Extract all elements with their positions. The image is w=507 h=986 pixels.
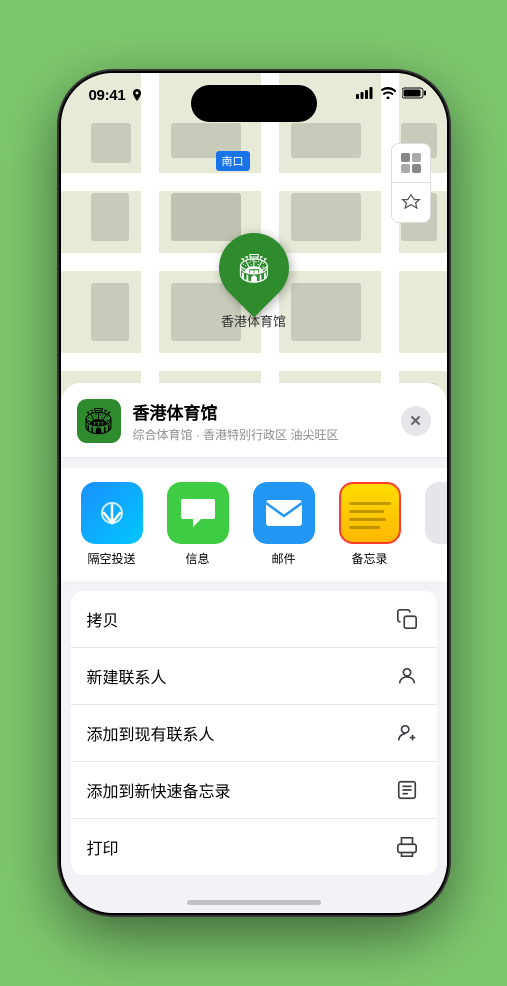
action-item-new-contact[interactable]: 新建联系人 [71, 648, 437, 705]
action-item-copy[interactable]: 拷贝 [71, 591, 437, 648]
share-item-notes[interactable]: 备忘录 [335, 482, 405, 567]
phone-frame: 09:41 [59, 71, 449, 915]
notes-lines [341, 492, 399, 535]
action-label-print: 打印 [87, 835, 119, 859]
share-label-notes: 备忘录 [351, 550, 387, 567]
action-item-add-contact[interactable]: 添加到现有联系人 [71, 705, 437, 762]
action-label-copy: 拷贝 [87, 607, 119, 631]
action-item-print[interactable]: 打印 [71, 819, 437, 875]
map-label-tag: 南口 [216, 151, 250, 171]
note-icon [393, 776, 421, 804]
location-icon [131, 89, 143, 103]
venue-name: 香港体育馆 [133, 399, 389, 424]
pin-circle: 🏟 [204, 219, 303, 318]
location-pin: 🏟 香港体育馆 [219, 233, 289, 330]
battery-icon [402, 87, 427, 99]
notes-icon [339, 482, 401, 544]
share-item-airdrop[interactable]: 隔空投送 [77, 482, 147, 567]
status-time: 09:41 [89, 87, 126, 104]
dynamic-island [191, 85, 317, 122]
pin-icon: 🏟 [236, 252, 272, 285]
venue-desc: 综合体育馆 · 香港特别行政区 油尖旺区 [133, 426, 389, 443]
action-list: 拷贝 新建联系人 [71, 591, 437, 875]
venue-info: 香港体育馆 综合体育馆 · 香港特别行政区 油尖旺区 [133, 399, 389, 443]
share-label-message: 信息 [185, 550, 209, 567]
location-button[interactable] [391, 183, 431, 223]
action-label-quick-note: 添加到新快速备忘录 [87, 778, 231, 802]
person-add-icon [393, 719, 421, 747]
wifi-icon [380, 87, 396, 99]
venue-icon: 🏟 [77, 399, 121, 443]
share-label-mail: 邮件 [271, 550, 295, 567]
mail-icon [253, 482, 315, 544]
action-label-add-contact: 添加到现有联系人 [87, 721, 215, 745]
share-item-more[interactable]: 推 [421, 482, 447, 567]
share-item-message[interactable]: 信息 [163, 482, 233, 567]
more-icon [425, 482, 447, 544]
share-label-airdrop: 隔空投送 [87, 550, 135, 567]
home-indicator [187, 900, 321, 905]
map-type-button[interactable] [391, 143, 431, 183]
signal-icon [356, 87, 374, 99]
person-icon [393, 662, 421, 690]
message-icon [167, 482, 229, 544]
bottom-sheet: 🏟 香港体育馆 综合体育馆 · 香港特别行政区 油尖旺区 ✕ [61, 383, 447, 913]
airdrop-icon [81, 482, 143, 544]
close-button[interactable]: ✕ [401, 406, 431, 436]
copy-icon [393, 605, 421, 633]
map-controls [391, 143, 431, 223]
print-icon [393, 833, 421, 861]
action-label-new-contact: 新建联系人 [87, 664, 167, 688]
status-icons [356, 87, 427, 99]
share-row: 隔空投送 信息 [61, 468, 447, 581]
share-item-mail[interactable]: 邮件 [249, 482, 319, 567]
action-item-quick-note[interactable]: 添加到新快速备忘录 [71, 762, 437, 819]
sheet-header: 🏟 香港体育馆 综合体育馆 · 香港特别行政区 油尖旺区 ✕ [61, 383, 447, 458]
phone-inner: 09:41 [61, 73, 447, 913]
